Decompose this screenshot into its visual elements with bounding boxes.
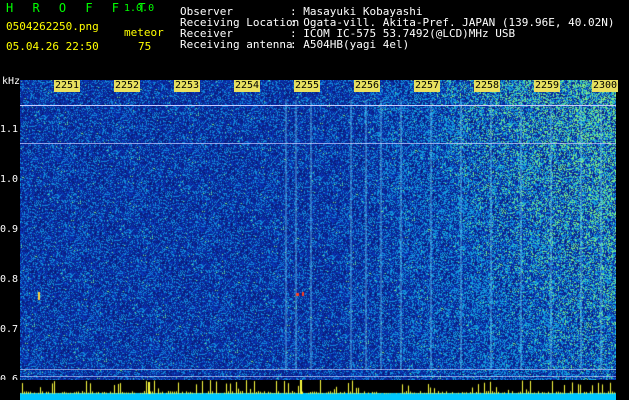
y-tick: 0.7: [0, 324, 19, 335]
time-tick: 2255: [294, 80, 321, 92]
app-version: 1.0.0: [124, 3, 155, 14]
header-panel: H R O F F T 1.0.0 0504262250.png 05.04.2…: [0, 0, 629, 78]
filename-label: 0504262250.png: [6, 20, 99, 33]
y-tick: 1.0: [0, 174, 19, 185]
time-tick: 2257: [414, 80, 441, 92]
y-axis-unit: kHz: [2, 76, 21, 87]
y-tick: 1.1: [0, 124, 19, 135]
datetime-label: 05.04.26 22:50: [6, 40, 99, 53]
signal-line: [20, 143, 616, 144]
level-bars: [20, 380, 616, 400]
baseline-line: [20, 376, 616, 377]
meteor-count: 75: [138, 40, 152, 53]
time-tick: 2256: [354, 80, 381, 92]
y-tick: 0.8: [0, 274, 19, 285]
baseline-line: [20, 369, 616, 370]
time-tick: 2251: [54, 80, 81, 92]
time-axis: 2251 2252 2253 2254 2255 2256 2257 2258 …: [20, 80, 619, 92]
time-tick: 2259: [534, 80, 561, 92]
antenna-label: Receiving antenna: [180, 38, 293, 51]
meteor-label: meteor: [124, 26, 164, 39]
waterfall-canvas: [20, 80, 616, 380]
time-tick: 2254: [234, 80, 261, 92]
y-tick: 0.9: [0, 224, 19, 235]
time-tick: 2253: [174, 80, 201, 92]
time-tick: 2252: [114, 80, 141, 92]
time-tick: 2258: [474, 80, 501, 92]
signal-line: [20, 105, 616, 106]
time-tick: 2300: [592, 80, 619, 92]
antenna-value: : A504HB(yagi 4el): [290, 38, 410, 51]
